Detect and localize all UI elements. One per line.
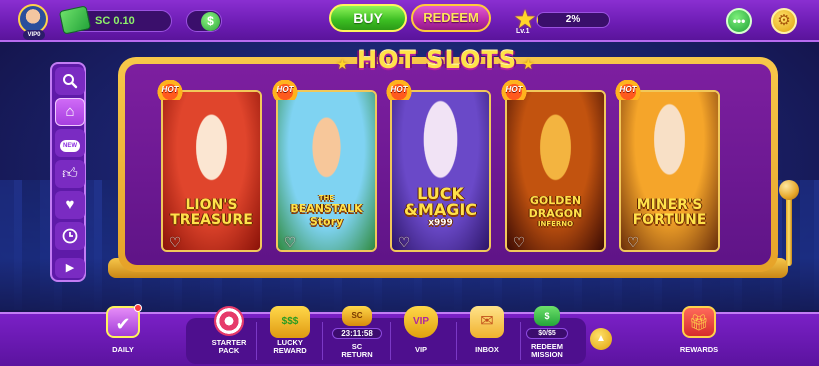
notification-dot — [134, 304, 142, 312]
sc-return-timer: 23:11:58 — [332, 328, 382, 339]
xp-progress-bar: 2% — [536, 12, 610, 28]
buy-button[interactable]: BUY — [329, 4, 407, 32]
daily-button[interactable]: ✔ DAILY — [92, 304, 154, 364]
game-title-line: BEANSTALK — [290, 202, 363, 215]
favorite-heart-icon[interactable]: ♡ — [624, 234, 642, 250]
hot-badge-icon: HOT — [386, 80, 412, 100]
lever-ball — [779, 180, 799, 200]
search-icon[interactable] — [55, 67, 85, 95]
game-card-lions-treasure[interactable]: LION'S TREASURE — [161, 90, 262, 252]
redeem-mission-progress: $0/$5 — [526, 328, 568, 339]
heart-icon[interactable]: ♥ — [55, 191, 85, 219]
daily-label: DAILY — [112, 345, 134, 354]
divider — [322, 322, 323, 360]
rewards-label: REWARDS — [679, 345, 719, 354]
favorite-heart-icon[interactable]: ♡ — [510, 234, 528, 250]
inbox-button[interactable]: ✉ INBOX — [456, 306, 518, 364]
thumbs-up-icon[interactable]: 👍︎ — [55, 160, 85, 188]
game-card-luck-magic[interactable]: LUCK &MAGIC x999 — [390, 90, 491, 252]
chat-icon[interactable]: ••• — [726, 8, 752, 34]
game-title-line: GOLDEN — [529, 194, 582, 207]
vip-button[interactable]: VIP VIP — [390, 306, 452, 364]
sc-return-button[interactable]: SC 23:11:58 SC RETURN — [326, 306, 388, 364]
level-label: Lv.1 — [516, 28, 530, 35]
vip-shield-icon: VIP — [404, 306, 438, 338]
vip-level-badge: VIP0 — [23, 30, 45, 40]
clock-icon[interactable] — [55, 222, 85, 250]
lucky-reward-label: LUCKY REWARD — [259, 339, 321, 355]
game-title: LUCK &MAGIC x999 — [394, 186, 487, 229]
game-title-line: &MAGIC — [403, 200, 478, 219]
game-title-line: Story — [309, 215, 344, 228]
new-icon[interactable]: NEW — [55, 129, 85, 157]
cash-mission-icon: $ — [534, 306, 560, 326]
cash-stack-icon — [58, 5, 92, 35]
new-icon-text: NEW — [60, 140, 80, 152]
title-star-icon: ★ — [336, 56, 349, 72]
game-card-miners-fortune[interactable]: MINER'S FORTUNE — [619, 90, 720, 252]
target-icon — [214, 306, 244, 336]
sc-balance-text: SC 0.10 — [95, 15, 135, 27]
gear-icon[interactable]: ⚙ — [771, 8, 797, 34]
side-nav: ⌂ NEW 👍︎ ♥ ▶ — [50, 62, 86, 282]
top-bar: VIP0 SC 0.10 $ BUY REDEEM ★ Lv.1 2% ••• … — [0, 0, 819, 42]
dollar-coin-icon: $ — [201, 12, 220, 31]
chevron-right-icon[interactable]: ▶ — [55, 258, 85, 278]
game-title-line: FORTUNE — [632, 212, 707, 228]
game-title-line: MINER'S — [636, 197, 703, 213]
envelope-icon: ✉ — [470, 306, 504, 338]
divider — [256, 322, 257, 360]
favorite-heart-icon[interactable]: ♡ — [166, 234, 184, 250]
starter-pack-button[interactable]: STARTER PACK — [198, 306, 260, 364]
game-title-line: THE — [318, 194, 335, 202]
label-line: REWARD — [273, 346, 307, 355]
redeem-mission-label: REDEEM MISSION — [516, 343, 578, 359]
collapse-arrow-icon[interactable]: ▲ — [590, 328, 612, 350]
game-title-line: TREASURE — [170, 212, 253, 228]
game-title-line: LION'S — [185, 197, 238, 213]
sc-chest-icon: SC — [342, 306, 372, 326]
hot-badge-icon: HOT — [157, 80, 183, 100]
currency-toggle[interactable]: $ — [186, 10, 222, 32]
inbox-label: INBOX — [475, 345, 499, 354]
hot-badge-icon: HOT — [272, 80, 298, 100]
favorite-heart-icon[interactable]: ♡ — [281, 234, 299, 250]
gift-box-icon: 🎁︎ — [682, 306, 716, 338]
hot-slots-title: HOT SLOTS — [357, 46, 517, 74]
rewards-button[interactable]: 🎁︎ REWARDS — [668, 306, 730, 364]
game-title-line: DRAGON — [528, 207, 583, 220]
game-title: THE BEANSTALK Story — [280, 194, 373, 228]
sc-balance-pill[interactable]: SC 0.10 — [58, 5, 172, 35]
label-line: PACK — [218, 346, 240, 355]
game-title: MINER'S FORTUNE — [623, 198, 716, 228]
label-line: MISSION — [531, 350, 563, 359]
lever-stick — [786, 196, 792, 266]
sc-return-label: SC RETURN — [326, 343, 388, 359]
game-card-golden-dragon[interactable]: GOLDEN DRAGON INFERNO — [505, 90, 606, 252]
xp-progress-text: 2% — [565, 14, 581, 25]
game-title-line: INFERNO — [537, 220, 574, 228]
vip-label: VIP — [414, 345, 428, 354]
game-title: GOLDEN DRAGON INFERNO — [509, 194, 602, 228]
hot-badge-icon: HOT — [501, 80, 527, 100]
game-card-beanstalk-story[interactable]: THE BEANSTALK Story — [276, 90, 377, 252]
lucky-reward-button[interactable]: $$$ LUCKY REWARD — [259, 306, 321, 364]
title-star-icon: ★ — [522, 56, 535, 72]
label-line: RETURN — [341, 350, 373, 359]
hot-badge-icon: HOT — [615, 80, 641, 100]
game-title-line: x999 — [428, 218, 453, 228]
slot-machine-icon: $$$ — [270, 306, 310, 338]
home-icon[interactable]: ⌂ — [55, 98, 85, 126]
redeem-button[interactable]: REDEEM — [411, 4, 491, 32]
redeem-mission-button[interactable]: $ $0/$5 REDEEM MISSION — [516, 306, 578, 364]
starter-pack-label: STARTER PACK — [198, 339, 260, 355]
game-title: LION'S TREASURE — [165, 198, 258, 228]
favorite-heart-icon[interactable]: ♡ — [395, 234, 413, 250]
